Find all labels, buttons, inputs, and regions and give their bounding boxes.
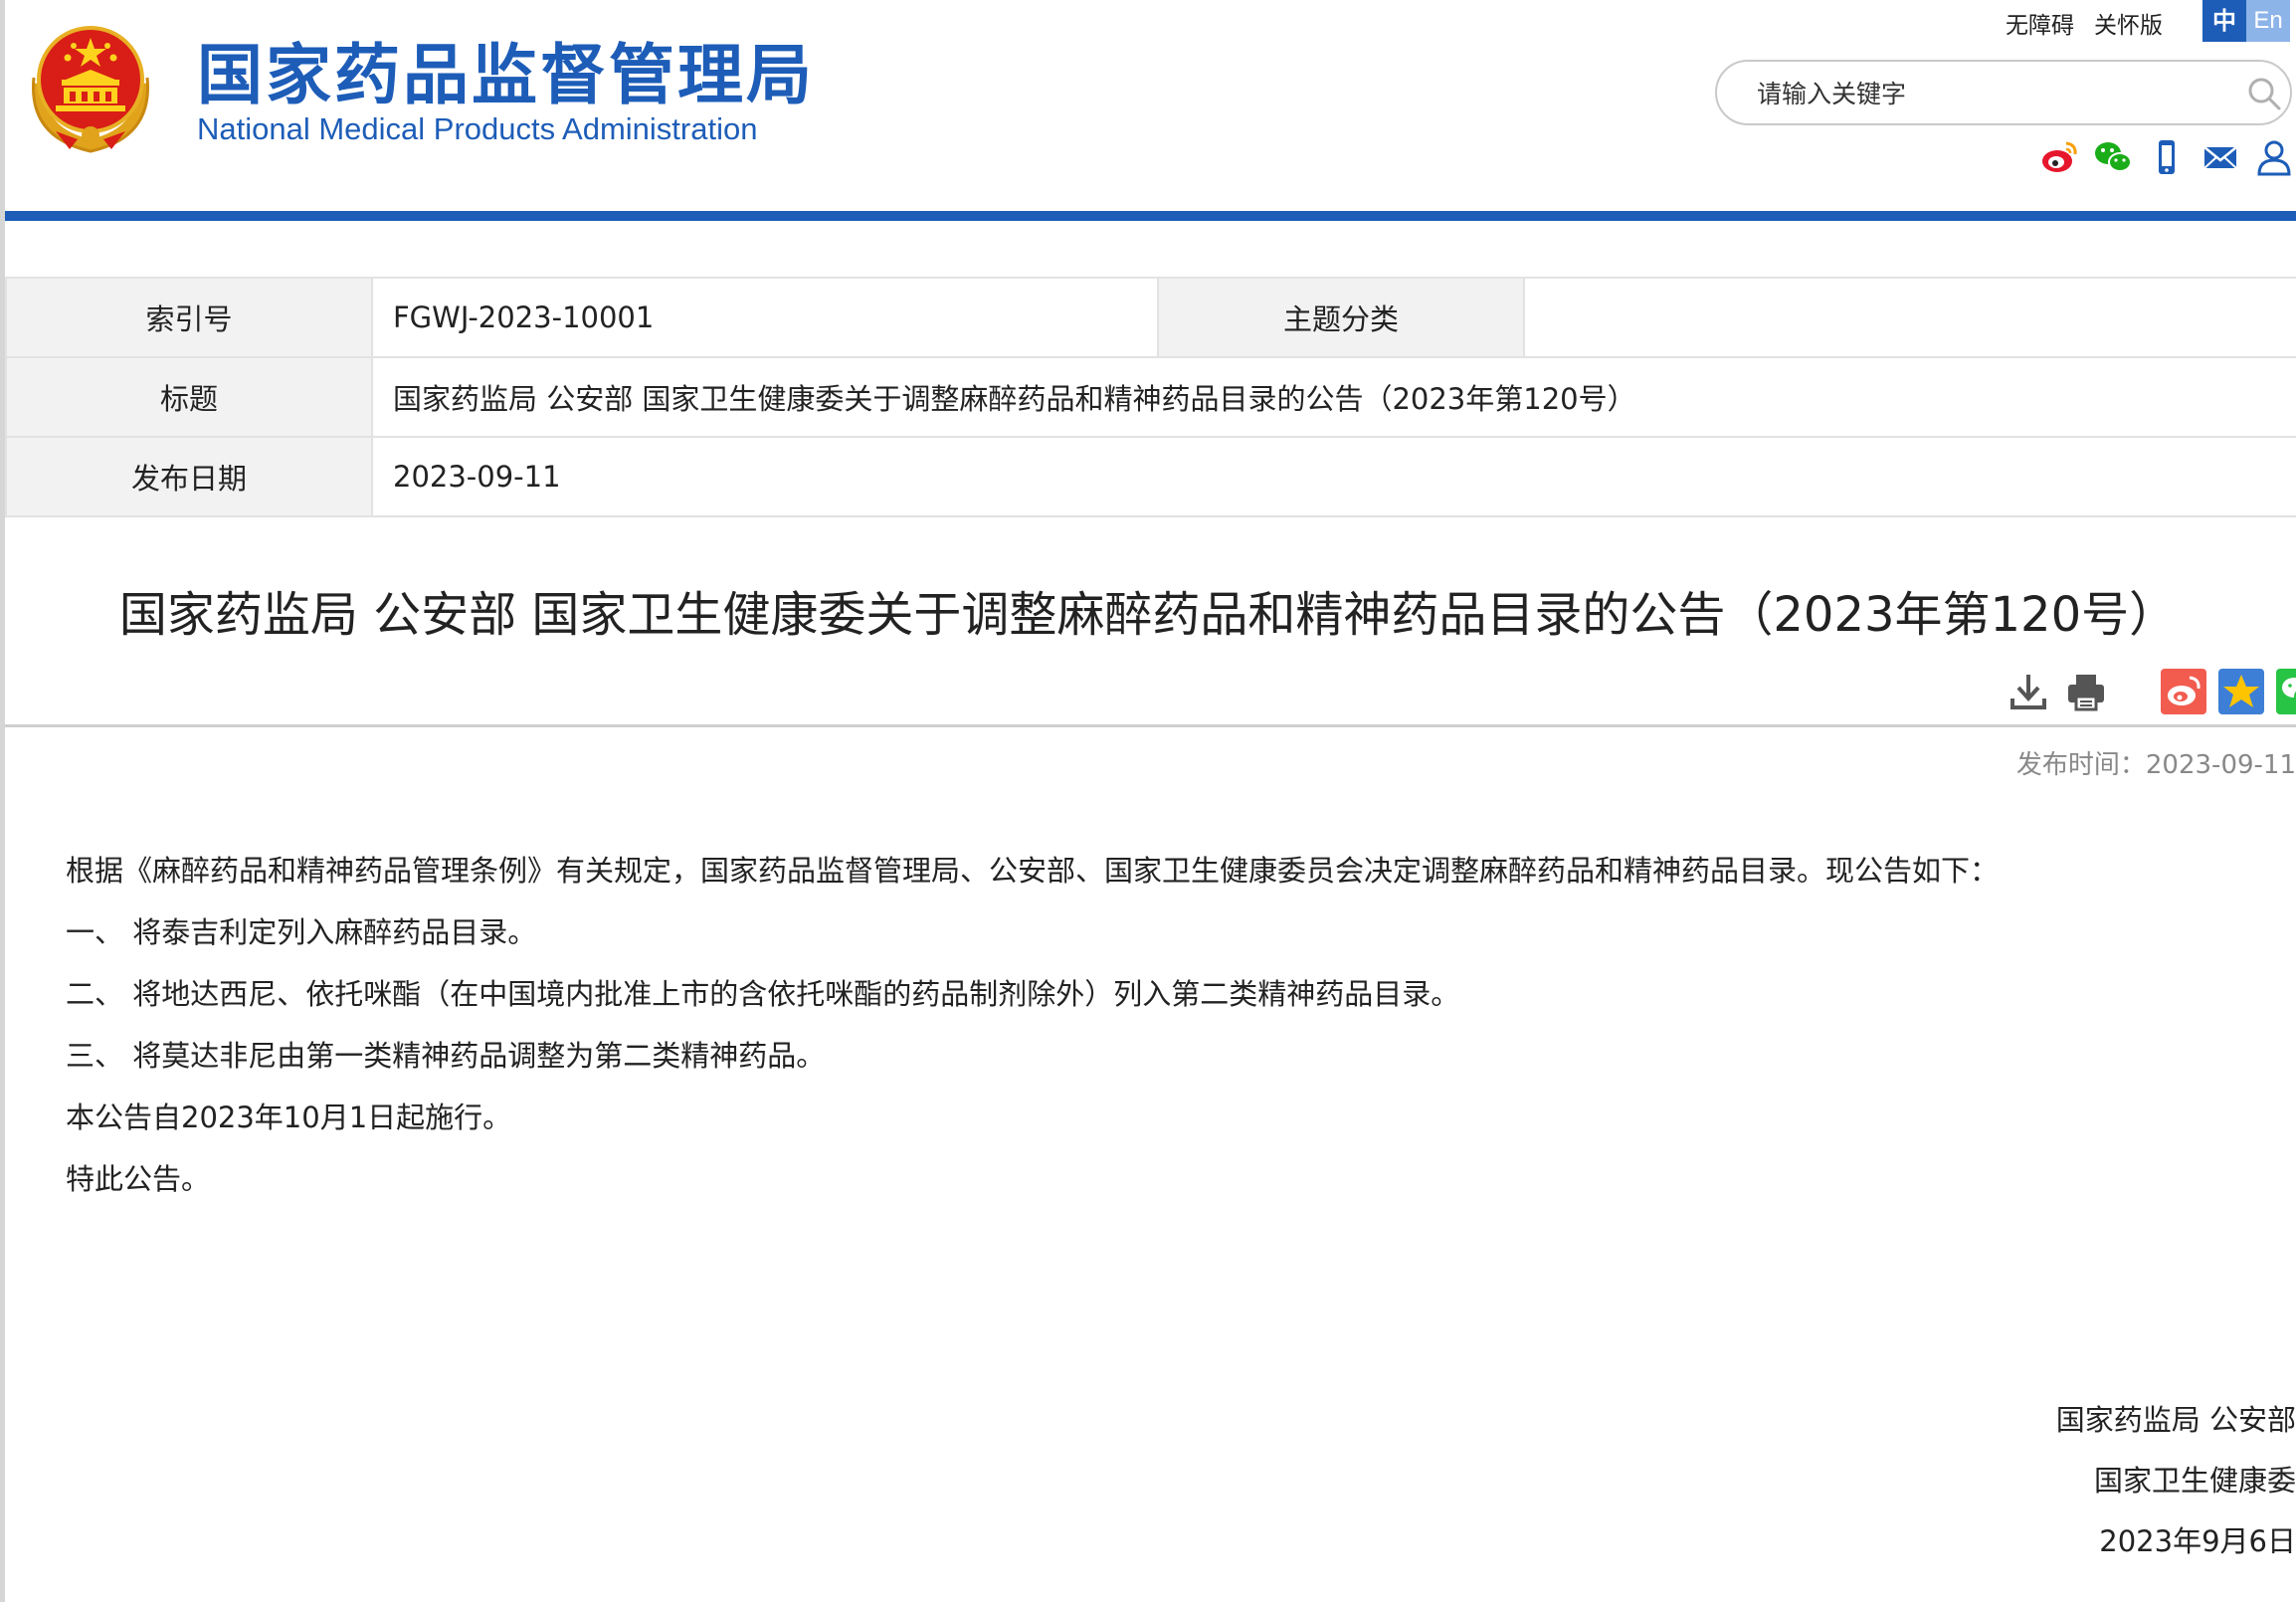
share-wechat-icon[interactable] [2276,669,2296,714]
site-title-cn[interactable]: 国家药品监督管理局 [197,22,815,117]
signature-date: 2023年9月6日 [2099,1524,2296,1558]
site-title-en[interactable]: National Medical Products Administration [197,111,757,147]
language-switch: 中 En [2202,0,2290,42]
paragraph: 根据《麻醉药品和精神药品管理条例》有关规定，国家药品监督管理局、公安部、国家卫生… [66,854,2000,888]
user-icon[interactable] [2254,137,2294,177]
title-label: 标题 [5,356,373,438]
elderly-mode-link[interactable]: 关怀版 [2094,6,2163,40]
publish-date-label: 发布日期 [5,436,373,517]
publish-date-value: 2023-09-11 [371,436,2296,517]
topic-category-label: 主题分类 [1157,277,1525,358]
weibo-icon[interactable] [2039,137,2079,177]
mobile-icon[interactable] [2147,137,2187,177]
accessibility-link[interactable]: 无障碍 [2006,6,2074,40]
paragraph: 三、 将莫达非尼由第一类精神药品调整为第二类精神药品。 [66,1039,826,1073]
national-emblem-icon[interactable] [26,14,155,153]
print-icon[interactable] [2063,669,2109,714]
document-info-table: 索引号 FGWJ-2023-10001 主题分类 标题 国家药监局 公安部 国家… [5,277,2296,517]
search-icon[interactable] [2244,74,2284,113]
paragraph: 本公告自2023年10月1日起施行。 [66,1101,512,1134]
paragraph: 二、 将地达西尼、依托咪酯（在中国境内批准上市的含依托咪酯的药品制剂除外）列入第… [66,977,1460,1011]
article-content: 根据《麻醉药品和精神药品管理条例》有关规定，国家药品监督管理局、公安部、国家卫生… [66,848,2254,1218]
signature-block: 国家药监局 公安部 国家卫生健康委 2023年9月6日 [2056,1397,2296,1579]
top-links: 无障碍 关怀版 [2006,6,2163,40]
topic-category-value [1523,277,2296,358]
search-input[interactable] [1755,72,2216,115]
download-icon[interactable] [2006,669,2051,714]
table-row: 标题 国家药监局 公安部 国家卫生健康委关于调整麻醉药品和精神药品目录的公告（2… [5,356,2296,438]
article-tools [2006,669,2296,714]
page: 国家药品监督管理局 National Medical Products Admi… [0,0,2296,1602]
mail-icon[interactable] [2200,137,2240,177]
left-edge-border [0,0,5,1602]
lang-chinese-button[interactable]: 中 [2202,0,2246,42]
wechat-icon[interactable] [2093,137,2133,177]
signature-issuer-1: 国家药监局 公安部 [2055,1403,2296,1437]
header-divider-bar [5,211,2296,221]
search-box [1715,60,2292,125]
favorite-icon[interactable] [2218,669,2264,714]
publish-time: 发布时间：2023-09-11 [2015,750,2296,780]
index-number-value: FGWJ-2023-10001 [371,277,1159,358]
title-divider [5,724,2296,727]
site-header: 国家药品监督管理局 National Medical Products Admi… [0,0,2296,225]
index-number-label: 索引号 [5,277,373,358]
lang-english-button[interactable]: En [2246,0,2290,42]
article-title: 国家药监局 公安部 国家卫生健康委关于调整麻醉药品和精神药品目录的公告（2023… [118,587,2178,643]
signature-issuer-2: 国家卫生健康委 [2093,1464,2296,1498]
paragraph: 特此公告。 [66,1162,211,1196]
social-icons [2039,137,2294,177]
title-value: 国家药监局 公安部 国家卫生健康委关于调整麻醉药品和精神药品目录的公告（2023… [371,356,2296,438]
share-weibo-icon[interactable] [2161,669,2206,714]
table-row: 发布日期 2023-09-11 [5,436,2296,517]
paragraph: 一、 将泰吉利定列入麻醉药品目录。 [66,915,537,949]
table-row: 索引号 FGWJ-2023-10001 主题分类 [5,277,2296,358]
